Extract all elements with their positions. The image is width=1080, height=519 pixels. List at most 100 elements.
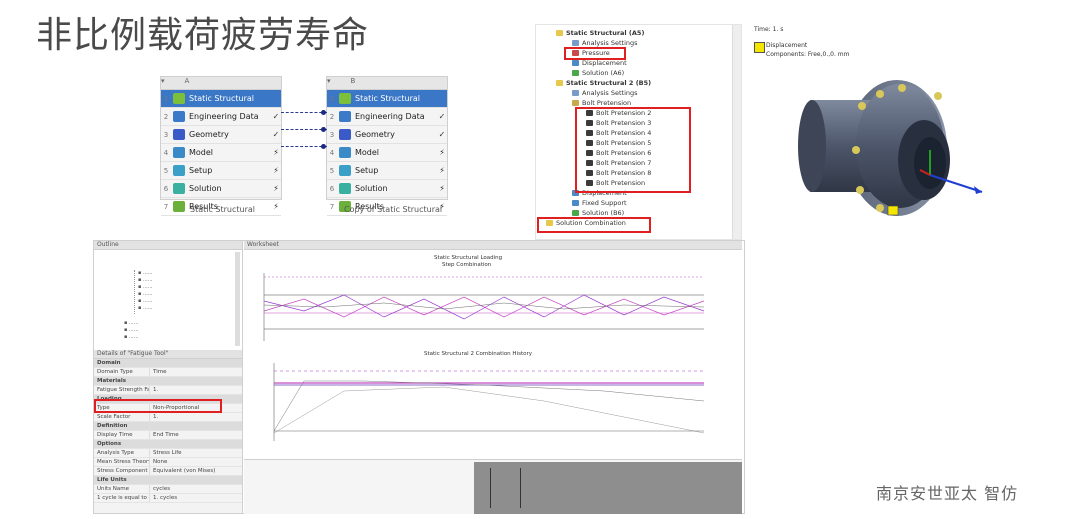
- system-b-caption: Copy of Static Structural: [344, 205, 443, 214]
- details-row[interactable]: Domain: [94, 359, 242, 368]
- details-grid[interactable]: Domain Domain Type Time Materials Fatigue St…: [94, 359, 242, 503]
- details-key: Analysis Type: [94, 449, 150, 457]
- cell-status-icon: ⚡: [273, 184, 279, 193]
- details-key: Scale Factor: [94, 413, 150, 421]
- details-row[interactable]: Definition: [94, 422, 242, 431]
- fatigue-tool-window: Outline ▪ ...... ▪ ...... ▪ ...... ▪ ......…: [93, 240, 745, 514]
- details-row[interactable]: Stress Component Equivalent (von Mises): [94, 467, 242, 476]
- graphics-view[interactable]: Time: 1. s Displacement Components: Free…: [752, 10, 1002, 238]
- tree-node[interactable]: Solution (B6): [572, 209, 624, 217]
- details-key: Definition: [94, 422, 150, 430]
- cell-icon: [339, 129, 351, 140]
- schematic-cell[interactable]: 6 Solution ⚡: [161, 180, 281, 198]
- flange-model: [798, 80, 983, 216]
- schematic-cell[interactable]: 2 Engineering Data ✓: [161, 108, 281, 126]
- details-key: Materials: [94, 377, 150, 385]
- tree-node[interactable]: Fixed Support: [572, 199, 627, 207]
- details-value: [150, 422, 242, 430]
- cell-icon: [339, 147, 351, 158]
- outline-pane-header: Outline: [94, 241, 242, 250]
- tree-node[interactable]: Displacement: [572, 59, 627, 67]
- tree-node-icon: [572, 70, 579, 76]
- tree-node[interactable]: Static Structural (A5): [556, 29, 644, 37]
- details-row[interactable]: Scale Factor 1.: [94, 413, 242, 422]
- details-key: Display Time: [94, 431, 150, 439]
- details-value: Equivalent (von Mises): [153, 468, 216, 474]
- tree-node-label: Analysis Settings: [582, 89, 638, 97]
- details-key: Domain: [94, 359, 150, 367]
- details-row[interactable]: Mean Stress Theory None: [94, 458, 242, 467]
- schematic-cell[interactable]: 5 Setup ⚡: [161, 162, 281, 180]
- cell-number: 3: [163, 130, 169, 139]
- tree-node[interactable]: Solution (A6): [572, 69, 624, 77]
- schematic-cell[interactable]: 4 Model ⚡: [161, 144, 281, 162]
- cell-label: Solution: [189, 184, 222, 193]
- chart2-title: Static Structural 2 Combination History: [424, 351, 532, 357]
- cell-label: Model: [355, 148, 380, 157]
- tree-node-label: Static Structural (A5): [566, 29, 645, 37]
- details-row[interactable]: Options: [94, 440, 242, 449]
- schematic-cell[interactable]: 3 Geometry ✓: [161, 126, 281, 144]
- schematic-cell[interactable]: 6 Solution ⚡: [327, 180, 447, 198]
- tree-node-icon: [572, 210, 579, 216]
- tree-node[interactable]: Analysis Settings: [572, 89, 638, 97]
- details-row[interactable]: Analysis Type Stress Life: [94, 449, 242, 458]
- cell-icon: [173, 165, 185, 176]
- details-row[interactable]: 1 cycle is equal to 1. cycles: [94, 494, 242, 503]
- cell-status-icon: ⚡: [273, 166, 279, 175]
- details-row[interactable]: Units Name cycles: [94, 485, 242, 494]
- left-pane: Outline ▪ ...... ▪ ...... ▪ ...... ▪ ......…: [94, 241, 243, 513]
- schematic-cell[interactable]: 1 Static Structural: [327, 90, 447, 108]
- schematic-cell[interactable]: 1 Static Structural: [161, 90, 281, 108]
- schematic-cell[interactable]: 2 Engineering Data ✓: [327, 108, 447, 126]
- details-key: Life Units: [94, 476, 150, 484]
- tree-scrollbar[interactable]: [732, 25, 741, 239]
- cell-icon: [339, 183, 351, 194]
- outline-mini-tree[interactable]: ▪ ...... ▪ ...... ▪ ...... ▪ ...... ▪ ......…: [94, 250, 242, 350]
- tree-node[interactable]: Bolt Pretension: [572, 99, 631, 107]
- tree-node[interactable]: Static Structural 2 (B5): [556, 79, 651, 87]
- details-row[interactable]: Life Units: [94, 476, 242, 485]
- cell-status-icon: ⚡: [439, 166, 445, 175]
- schematic-cell[interactable]: 4 Model ⚡: [327, 144, 447, 162]
- system-a-caption: Static Structural: [190, 205, 256, 214]
- highlight-solution-combination: [537, 217, 651, 233]
- cell-status-icon: ✓: [272, 112, 280, 121]
- details-row[interactable]: Materials: [94, 377, 242, 386]
- highlight-non-proportional: [94, 399, 222, 413]
- cell-number: 4: [329, 148, 335, 157]
- details-value: Time: [153, 369, 167, 375]
- tree-node-label: Displacement: [582, 59, 627, 67]
- schematic-cell[interactable]: 5 Setup ⚡: [327, 162, 447, 180]
- details-row[interactable]: Display Time End Time: [94, 431, 242, 440]
- cell-icon: [173, 111, 185, 122]
- cell-icon: [173, 201, 185, 212]
- page-title: 非比例载荷疲劳寿命: [36, 15, 370, 56]
- cell-label: Geometry: [189, 130, 229, 139]
- system-a-card[interactable]: ▾ A 1 Static Structural 2 Engineering Data ✓…: [160, 76, 282, 216]
- cell-label: Static Structural: [189, 94, 255, 103]
- tree-node-icon: [572, 200, 579, 206]
- tree-node-icon: [572, 100, 579, 106]
- chart1-subtitle: Step Combination: [442, 262, 492, 268]
- cell-status-icon: ⚡: [439, 184, 445, 193]
- schematic-cell[interactable]: 3 Geometry ✓: [327, 126, 447, 144]
- cell-icon: [173, 129, 185, 140]
- details-key: Domain Type: [94, 368, 150, 376]
- cell-icon: [339, 93, 351, 104]
- link-dot: [321, 110, 326, 115]
- details-key: Options: [94, 440, 150, 448]
- cell-label: Geometry: [355, 130, 395, 139]
- details-value: Stress Life: [153, 450, 182, 456]
- details-row[interactable]: Domain Type Time: [94, 368, 242, 377]
- chart2-plot: [273, 363, 705, 441]
- details-row[interactable]: Fatigue Strength Factor1.: [94, 386, 242, 395]
- cell-status-icon: ⚡: [273, 148, 279, 157]
- system-b-card[interactable]: ▾ B 1 Static Structural 2 Engineering Data ✓…: [326, 76, 448, 216]
- cell-icon: [173, 147, 185, 158]
- tree-node[interactable]: Analysis Settings: [572, 39, 638, 47]
- cell-number: 5: [163, 166, 169, 175]
- cell-icon: [173, 93, 185, 104]
- bottom-panel: [244, 459, 742, 514]
- cell-label: Static Structural: [355, 94, 421, 103]
